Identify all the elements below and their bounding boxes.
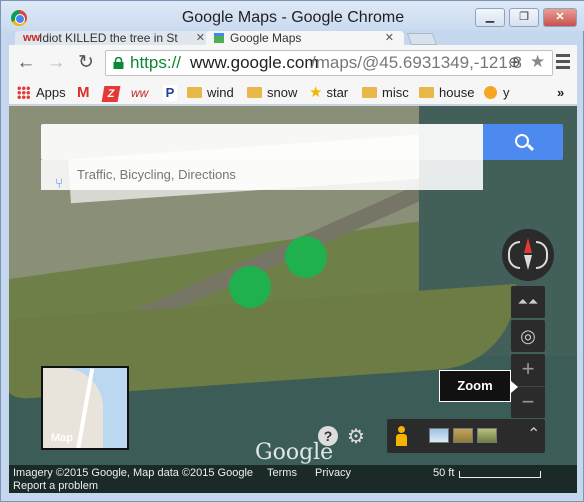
lock-icon bbox=[113, 57, 124, 69]
compass-icon[interactable] bbox=[502, 229, 554, 281]
close-button[interactable]: ✕ bbox=[543, 8, 577, 27]
google-maps-favicon-icon bbox=[214, 33, 224, 43]
map-footer: Imagery ©2015 Google, Map data ©2015 Goo… bbox=[9, 465, 577, 493]
page-zoom-icon[interactable]: ⊕ bbox=[508, 51, 521, 75]
forward-arrow-icon[interactable]: → bbox=[45, 52, 67, 74]
bookmark-star-icon[interactable]: ★ bbox=[530, 51, 545, 74]
map-canvas[interactable]: ⑂ Traffic, Bicycling, Directions ⏶⏶ ◎ + … bbox=[9, 106, 577, 493]
tab-label: Idiot KILLED the tree in St bbox=[39, 31, 178, 45]
folder-icon bbox=[419, 87, 434, 98]
orange-circle-icon bbox=[484, 86, 497, 99]
folder-icon bbox=[362, 87, 377, 98]
overflow-icon: » bbox=[557, 85, 565, 100]
bookmark-snow[interactable]: snow bbox=[247, 84, 297, 102]
privacy-link[interactable]: Privacy bbox=[315, 467, 351, 479]
bookmark-label: snow bbox=[267, 85, 298, 100]
tab-label: Google Maps bbox=[230, 31, 302, 45]
bookmark-label: house bbox=[439, 85, 475, 100]
minimize-button[interactable]: ▁ bbox=[475, 8, 505, 27]
ww-favicon-icon: ww bbox=[23, 32, 41, 44]
directions-label: Traffic, Bicycling, Directions bbox=[77, 167, 236, 182]
back-arrow-icon[interactable]: ← bbox=[15, 52, 37, 74]
bookmark-label: misc bbox=[382, 85, 409, 100]
bookmark-label: y bbox=[503, 85, 510, 100]
chrome-window: Google Maps - Google Chrome ▁ ❐ ✕ ww Idi… bbox=[0, 0, 584, 502]
directions-bar[interactable]: ⑂ Traffic, Bicycling, Directions bbox=[41, 160, 483, 191]
bookmark-misc[interactable]: misc bbox=[362, 84, 409, 102]
directions-icon: ⑂ bbox=[55, 175, 64, 191]
bookmark-gmail[interactable]: M bbox=[77, 84, 90, 102]
help-icon[interactable]: ? bbox=[318, 426, 338, 446]
bookmark-label: Apps bbox=[36, 85, 66, 100]
address-bar[interactable]: https:// www.google.com /maps/@45.693134… bbox=[105, 50, 553, 76]
pegman-icon[interactable] bbox=[395, 426, 407, 446]
bookmark-pandora[interactable]: P bbox=[163, 84, 177, 102]
bookmark-wind[interactable]: wind bbox=[187, 84, 234, 102]
new-tab-button[interactable] bbox=[406, 33, 438, 45]
my-location-icon[interactable]: ◎ bbox=[511, 320, 545, 352]
folder-icon bbox=[247, 87, 262, 98]
maximize-button[interactable]: ❐ bbox=[509, 8, 539, 27]
url-host: www.google.com bbox=[190, 53, 319, 72]
report-problem-link[interactable]: Report a problem bbox=[13, 480, 98, 492]
map-marker[interactable] bbox=[285, 236, 327, 278]
tilt-button[interactable]: ⏶⏶ bbox=[511, 286, 545, 318]
terms-link[interactable]: Terms bbox=[267, 467, 297, 479]
bookmark-apps[interactable]: Apps bbox=[17, 84, 66, 102]
imagery-thumb[interactable] bbox=[453, 428, 473, 443]
bookmark-label: star bbox=[326, 85, 349, 100]
folder-icon bbox=[187, 87, 202, 98]
chrome-menu-icon[interactable] bbox=[556, 54, 570, 72]
apps-grid-icon bbox=[17, 86, 30, 99]
bookmark-ww[interactable]: ww bbox=[131, 84, 148, 102]
bookmark-house[interactable]: house bbox=[419, 84, 474, 102]
bookmark-zillow[interactable]: Z bbox=[101, 84, 121, 102]
url-path: /maps/@45.6931349,-121.8 bbox=[311, 53, 523, 72]
minimap-label: Map bbox=[51, 432, 73, 444]
tab-google-maps[interactable]: Google Maps ✕ bbox=[206, 31, 404, 45]
maps-search-input[interactable] bbox=[41, 124, 483, 160]
browser-toolbar: ← → ↻ https:// www.google.com /maps/@45.… bbox=[9, 45, 577, 81]
map-marker[interactable] bbox=[229, 266, 271, 308]
reload-icon[interactable]: ↻ bbox=[75, 52, 97, 74]
search-button[interactable] bbox=[483, 124, 563, 160]
tab-strip: ww Idiot KILLED the tree in St ✕ Google … bbox=[1, 31, 584, 45]
tab-idiot-killed-tree[interactable]: ww Idiot KILLED the tree in St ✕ bbox=[15, 31, 215, 45]
gmail-icon: M bbox=[77, 84, 90, 101]
scale-bar bbox=[459, 471, 541, 478]
zoom-tooltip: Zoom bbox=[439, 370, 518, 402]
pandora-icon: P bbox=[163, 85, 177, 101]
bookmark-y[interactable]: y bbox=[484, 84, 510, 102]
tab-close-icon[interactable]: ✕ bbox=[385, 31, 394, 45]
ww-icon: ww bbox=[131, 86, 149, 100]
bookmarks-overflow-button[interactable]: » bbox=[557, 84, 564, 102]
bookmark-star[interactable]: ★ star bbox=[309, 84, 348, 102]
imagery-thumb[interactable] bbox=[477, 428, 497, 443]
url-scheme: https:// bbox=[130, 53, 182, 72]
scale-label: 50 ft bbox=[433, 467, 455, 479]
attribution-text: Imagery ©2015 Google, Map data ©2015 Goo… bbox=[13, 467, 254, 479]
imagery-bar: ⌃ bbox=[387, 419, 545, 453]
title-bar: Google Maps - Google Chrome ▁ ❐ ✕ bbox=[1, 1, 584, 31]
zillow-icon: Z bbox=[101, 86, 121, 102]
bookmark-label: wind bbox=[207, 85, 234, 100]
imagery-thumb[interactable] bbox=[429, 428, 449, 443]
gear-icon[interactable]: ⚙ bbox=[347, 424, 365, 449]
expand-icon[interactable]: ⌃ bbox=[527, 424, 540, 444]
map-view-toggle[interactable]: Map bbox=[41, 366, 129, 450]
star-bookmark-icon: ★ bbox=[309, 84, 323, 101]
bookmarks-bar: Apps M Z ww P wind snow ★ star misc house bbox=[9, 81, 577, 105]
tab-close-icon[interactable]: ✕ bbox=[196, 31, 205, 45]
